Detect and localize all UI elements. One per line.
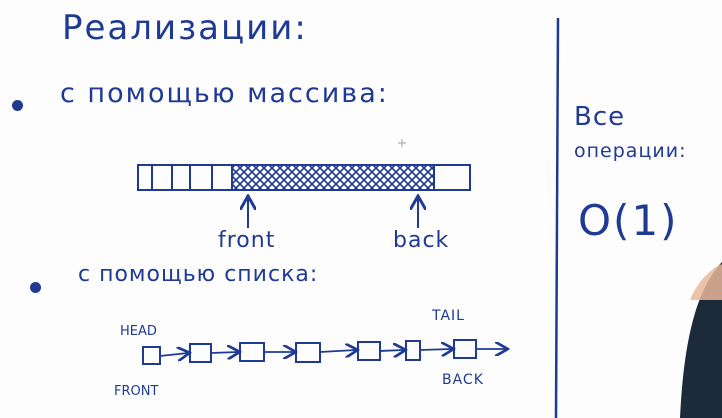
side-note-line2: операции: [574, 140, 687, 162]
side-note-line1: Все [574, 102, 626, 132]
linked-list-diagram [142, 339, 506, 365]
array-front-label: front [218, 228, 276, 253]
array-back-label: back [393, 228, 450, 253]
list-tail-label: TAIL [432, 308, 465, 324]
side-note-complexity: O(1) [578, 196, 679, 245]
list-head-label: HEAD [120, 324, 157, 339]
list-back-label: BACK [442, 372, 484, 388]
presenter [680, 262, 722, 418]
array-filled-segment [231, 164, 435, 191]
array-diagram [137, 139, 471, 228]
list-front-label: FRONT [114, 384, 159, 399]
board-divider [554, 17, 560, 418]
